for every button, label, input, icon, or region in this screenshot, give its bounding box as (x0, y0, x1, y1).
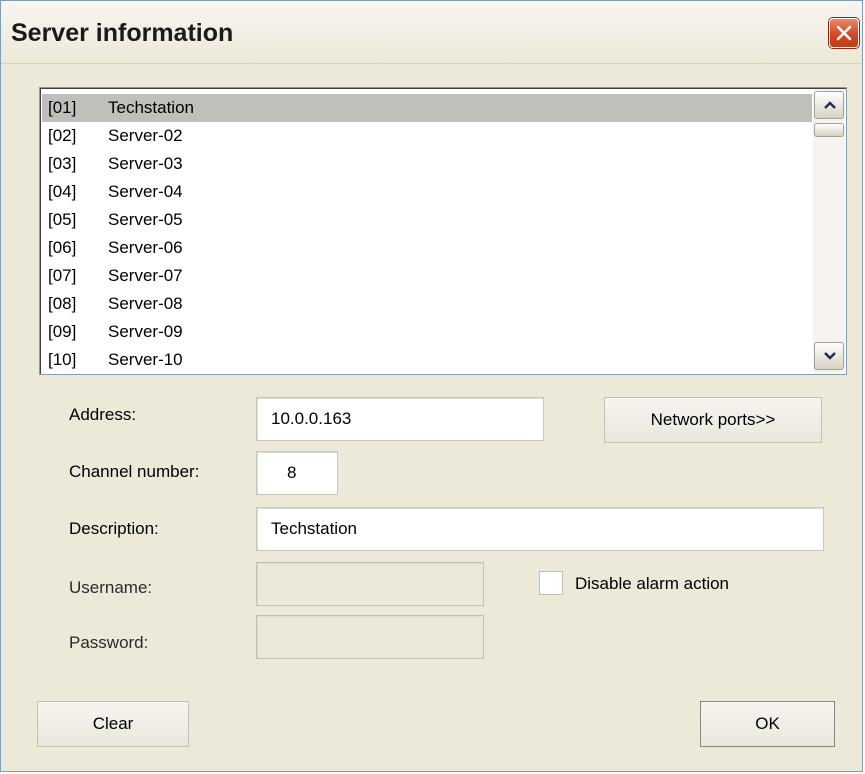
list-item-number: [06] (48, 238, 77, 257)
list-item[interactable]: [10] Server-10 (42, 346, 812, 374)
description-label: Description: (69, 519, 159, 538)
channel-number-value: 8 (287, 463, 297, 482)
list-item[interactable]: [08] Server-08 (42, 290, 812, 318)
list-item-name: Server-06 (108, 238, 183, 257)
clear-button-label: Clear (92, 714, 134, 733)
list-item-name: Server-03 (108, 154, 183, 173)
list-item-number: [10] (48, 350, 77, 369)
scroll-thumb[interactable] (814, 123, 844, 137)
window-title: Server information (11, 19, 234, 47)
chevron-up-icon (824, 101, 836, 109)
list-item-number: [09] (48, 322, 77, 341)
list-item-number: [04] (48, 182, 77, 201)
username-label: Username: (69, 578, 153, 597)
network-ports-button[interactable]: Network ports>> (604, 397, 822, 443)
address-label: Address: (69, 405, 137, 424)
list-item-name: Server-08 (108, 294, 183, 313)
list-item-name: Server-02 (108, 126, 183, 145)
address-value: 10.0.0.163 (271, 409, 352, 428)
server-list[interactable]: [01] Techstation [02] Server-02 [03] Ser… (39, 87, 847, 375)
scroll-up-button[interactable] (814, 91, 844, 119)
list-item-name: Server-10 (108, 350, 183, 369)
disable-alarm-checkbox[interactable] (539, 571, 563, 595)
clear-button[interactable]: Clear (37, 701, 189, 747)
list-item[interactable]: [02] Server-02 (42, 122, 812, 150)
list-item-number: [08] (48, 294, 77, 313)
list-item-number: [01] (48, 98, 77, 117)
network-ports-label: Network ports>> (650, 410, 776, 429)
password-field[interactable] (256, 615, 484, 659)
list-item-name: Server-07 (108, 266, 183, 285)
vertical-scrollbar[interactable] (813, 89, 845, 373)
list-item-name: Server-05 (108, 210, 183, 229)
disable-alarm-label[interactable]: Disable alarm action (575, 574, 729, 594)
list-item[interactable]: [04] Server-04 (42, 178, 812, 206)
server-information-dialog: Server information [01] Techstation [02]… (0, 0, 863, 772)
channel-number-label: Channel number: (69, 462, 200, 481)
title-bar[interactable]: Server information (1, 1, 862, 64)
list-item[interactable]: [07] Server-07 (42, 262, 812, 290)
username-field[interactable] (256, 562, 484, 606)
ok-button-label: OK (755, 714, 780, 733)
close-button[interactable] (829, 18, 859, 48)
channel-number-field[interactable]: 8 (256, 451, 338, 495)
list-item-number: [02] (48, 126, 77, 145)
chevron-down-icon (824, 352, 836, 360)
list-item-name: Techstation (108, 98, 194, 117)
list-item-number: [07] (48, 266, 77, 285)
description-field[interactable]: Techstation (256, 507, 824, 551)
password-label: Password: (69, 633, 149, 652)
list-item-name: Server-04 (108, 182, 183, 201)
list-item[interactable]: [06] Server-06 (42, 234, 812, 262)
list-item[interactable]: [01] Techstation (42, 94, 812, 122)
list-item[interactable]: [03] Server-03 (42, 150, 812, 178)
close-icon (836, 25, 852, 41)
list-item-number: [03] (48, 154, 77, 173)
list-item-number: [05] (48, 210, 77, 229)
address-field[interactable]: 10.0.0.163 (256, 397, 544, 441)
list-item[interactable]: [09] Server-09 (42, 318, 812, 346)
description-value: Techstation (271, 519, 357, 538)
ok-button[interactable]: OK (700, 701, 835, 747)
list-item[interactable]: [05] Server-05 (42, 206, 812, 234)
scroll-down-button[interactable] (814, 342, 844, 370)
list-item-name: Server-09 (108, 322, 183, 341)
